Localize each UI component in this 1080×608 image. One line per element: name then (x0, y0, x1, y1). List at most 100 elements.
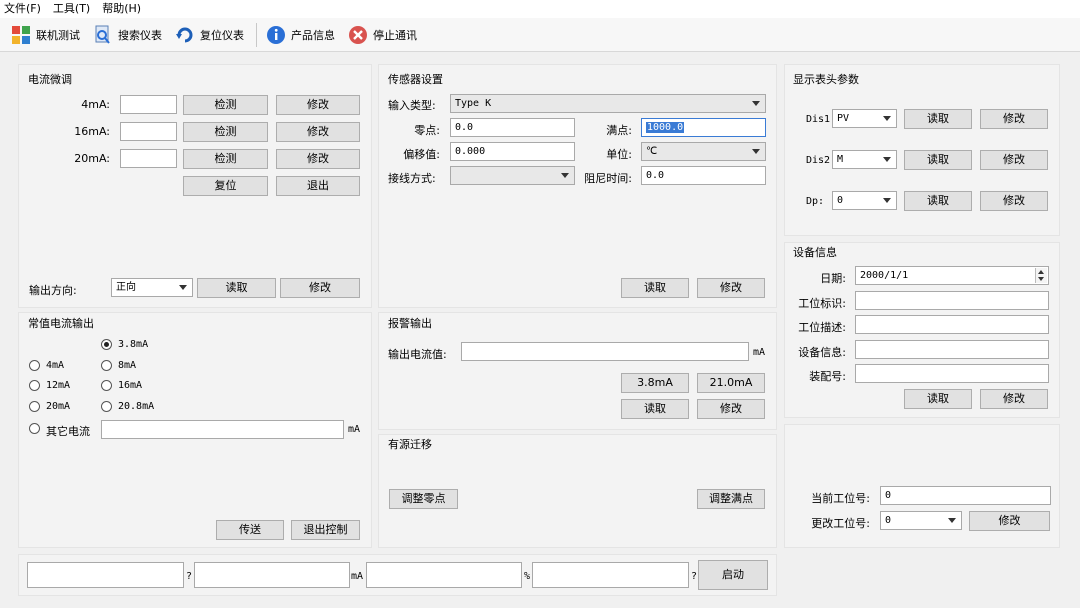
radio-20-8ma[interactable] (101, 401, 112, 412)
dis1-read-button[interactable]: 读取 (904, 109, 972, 129)
adjust-full-button[interactable]: 调整满点 (697, 489, 765, 509)
radio-8ma[interactable] (101, 360, 112, 371)
output-direction-read-button[interactable]: 读取 (197, 278, 276, 298)
change-station-select[interactable]: 0 (880, 511, 962, 530)
station-modify-button[interactable]: 修改 (969, 511, 1050, 531)
exit-control-button[interactable]: 退出控制 (291, 520, 360, 540)
connect-test-button[interactable]: 联机测试 (6, 20, 88, 50)
date-input[interactable]: 2000/1/1 (855, 266, 1049, 285)
menu-file[interactable]: 文件(F) (0, 0, 49, 18)
calib-exit-button[interactable]: 退出 (276, 176, 360, 196)
current-station-input[interactable]: 0 (880, 486, 1051, 505)
calib-16ma-modify-button[interactable]: 修改 (276, 122, 360, 142)
dis2-select[interactable]: M (832, 150, 897, 169)
unit-select[interactable]: ℃ (641, 142, 766, 161)
start-button[interactable]: 启动 (698, 560, 768, 590)
spinner-icon[interactable] (1035, 268, 1047, 283)
output-direction-modify-button[interactable]: 修改 (280, 278, 360, 298)
dp-value: 0 (837, 195, 844, 206)
calib-16ma-input[interactable] (120, 122, 177, 141)
alarm-title: 报警输出 (388, 317, 432, 330)
alarm-output-input[interactable] (461, 342, 749, 361)
radio-4ma[interactable] (29, 360, 40, 371)
radio-20ma[interactable] (29, 401, 40, 412)
constant-title: 常值电流输出 (28, 317, 94, 330)
radio-3-8ma-label: 3.8mA (118, 339, 149, 350)
calib-20ma-modify-button[interactable]: 修改 (276, 149, 360, 169)
sensor-read-button[interactable]: 读取 (621, 278, 689, 298)
device-modify-button[interactable]: 修改 (980, 389, 1048, 409)
puzzle-icon (10, 24, 32, 46)
stop-comm-button[interactable]: 停止通讯 (343, 20, 425, 50)
sensor-title: 传感器设置 (388, 73, 443, 86)
menu-help[interactable]: 帮助(H) (98, 0, 149, 18)
tag-input[interactable] (855, 291, 1049, 310)
damping-input[interactable]: 0.0 (641, 166, 766, 185)
status-suffix-2: mA (351, 571, 364, 582)
reset-meter-button[interactable]: 复位仪表 (170, 20, 252, 50)
desc-input[interactable] (855, 315, 1049, 334)
radio-12ma[interactable] (29, 380, 40, 391)
search-meter-button[interactable]: 搜索仪表 (88, 20, 170, 50)
alarm-high-button[interactable]: 21.0mA (697, 373, 765, 393)
status-suffix-4: ? (691, 571, 698, 582)
offset-label: 偏移值: (403, 148, 440, 161)
alarm-low-button[interactable]: 3.8mA (621, 373, 689, 393)
radio-16ma[interactable] (101, 380, 112, 391)
refresh-icon (174, 24, 196, 46)
damping-label: 阻尼时间: (584, 172, 632, 185)
status-field-4[interactable] (532, 562, 689, 588)
status-field-2[interactable] (194, 562, 350, 588)
calib-20ma-detect-button[interactable]: 检测 (183, 149, 268, 169)
assembly-input[interactable] (855, 364, 1049, 383)
calib-4ma-input[interactable] (120, 95, 177, 114)
offset-input[interactable]: 0.000 (450, 142, 575, 161)
calib-20ma-input[interactable] (120, 149, 177, 168)
adjust-zero-button[interactable]: 调整零点 (389, 489, 458, 509)
status-field-1[interactable] (27, 562, 184, 588)
dis1-select[interactable]: PV (832, 109, 897, 128)
stop-comm-label: 停止通讯 (373, 28, 417, 42)
dp-label: Dp: (806, 196, 825, 207)
alarm-modify-button[interactable]: 修改 (697, 399, 765, 419)
calib-4ma-modify-button[interactable]: 修改 (276, 95, 360, 115)
change-station-label: 更改工位号: (811, 517, 870, 530)
other-current-unit: mA (348, 424, 361, 435)
desc-label: 工位描述: (798, 321, 846, 334)
radio-8ma-label: 8mA (118, 360, 137, 371)
wiring-select[interactable] (450, 166, 575, 185)
info-icon (265, 24, 287, 46)
product-info-button[interactable]: 产品信息 (261, 20, 343, 50)
sensor-modify-button[interactable]: 修改 (697, 278, 765, 298)
other-current-input[interactable] (101, 420, 344, 439)
input-type-select[interactable]: Type K (450, 94, 766, 113)
dp-select[interactable]: 0 (832, 191, 897, 210)
wiring-label: 接线方式: (388, 172, 436, 185)
menu-tools[interactable]: 工具(T) (49, 0, 98, 18)
alarm-read-button[interactable]: 读取 (621, 399, 689, 419)
device-info-input[interactable] (855, 340, 1049, 359)
calib-4ma-label: 4mA: (81, 98, 110, 111)
send-button[interactable]: 传送 (216, 520, 284, 540)
radio-other[interactable] (29, 423, 40, 434)
calib-reset-button[interactable]: 复位 (183, 176, 268, 196)
input-type-value: Type K (455, 98, 492, 109)
dp-read-button[interactable]: 读取 (904, 191, 972, 211)
chevron-down-icon (179, 285, 187, 290)
output-direction-select[interactable]: 正向 (111, 278, 193, 297)
dis2-modify-button[interactable]: 修改 (980, 150, 1048, 170)
dp-modify-button[interactable]: 修改 (980, 191, 1048, 211)
calib-16ma-detect-button[interactable]: 检测 (183, 122, 268, 142)
device-info-label: 设备信息: (798, 346, 846, 359)
calib-20ma-label: 20mA: (74, 152, 110, 165)
dis2-read-button[interactable]: 读取 (904, 150, 972, 170)
zero-input[interactable]: 0.0 (450, 118, 575, 137)
dis1-modify-button[interactable]: 修改 (980, 109, 1048, 129)
calib-4ma-detect-button[interactable]: 检测 (183, 95, 268, 115)
full-input[interactable]: 1000.0 (641, 118, 766, 137)
device-read-button[interactable]: 读取 (904, 389, 972, 409)
radio-3-8ma[interactable] (101, 339, 112, 350)
toolbar-separator (256, 22, 257, 47)
status-field-3[interactable] (366, 562, 522, 588)
output-direction-label: 输出方向: (29, 284, 77, 297)
